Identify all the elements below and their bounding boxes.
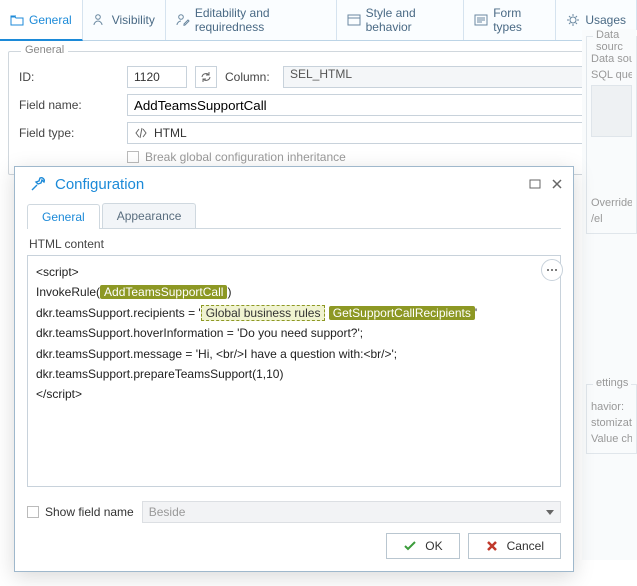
code-icon bbox=[134, 127, 148, 139]
maximize-icon bbox=[529, 178, 541, 190]
folder-icon bbox=[10, 13, 24, 27]
tab-formtypes[interactable]: Form types bbox=[464, 0, 556, 40]
column-value: SEL_HTML bbox=[283, 66, 618, 88]
sqlquery-label: SQL query: bbox=[591, 69, 632, 81]
stomization-label: stomization bbox=[591, 417, 632, 429]
id-refresh-button[interactable] bbox=[195, 66, 217, 88]
cancel-button[interactable]: Cancel bbox=[468, 533, 561, 559]
side-panel: Data sourc Data source: SQL query: Overr… bbox=[582, 30, 637, 560]
ellipsis-icon bbox=[546, 264, 558, 276]
gear-icon bbox=[566, 13, 580, 27]
id-input[interactable] bbox=[127, 66, 187, 88]
ok-label: OK bbox=[425, 539, 442, 553]
tab-style[interactable]: Style and behavior bbox=[337, 0, 465, 40]
tools-icon bbox=[29, 175, 47, 193]
refresh-icon bbox=[199, 70, 213, 84]
datasource-legend: Data sourc bbox=[593, 29, 636, 53]
cancel-icon bbox=[485, 539, 499, 553]
tab-general[interactable]: General bbox=[0, 0, 83, 41]
fieldname-input[interactable] bbox=[127, 94, 588, 116]
fieldtype-value: HTML bbox=[154, 126, 187, 140]
show-fieldname-checkbox[interactable] bbox=[27, 506, 39, 518]
dialog-tab-appearance[interactable]: Appearance bbox=[102, 203, 197, 228]
user-edit-icon bbox=[176, 13, 190, 27]
override-label: Override s bbox=[591, 197, 632, 209]
dialog-tabstrip: General Appearance bbox=[27, 203, 561, 229]
tab-visibility[interactable]: Visibility bbox=[83, 0, 166, 40]
html-content-editor[interactable]: <script> InvokeRule(AddTeamsSupportCall)… bbox=[27, 255, 561, 487]
ok-button[interactable]: OK bbox=[386, 533, 459, 559]
general-legend: General bbox=[21, 44, 68, 56]
global-rules-highlight: Global business rules bbox=[201, 305, 326, 321]
check-icon bbox=[403, 539, 417, 553]
tab-formtypes-label: Form types bbox=[493, 6, 545, 34]
beside-select: Beside bbox=[142, 501, 561, 523]
tab-editability[interactable]: Editability and requiredness bbox=[166, 0, 337, 40]
cancel-label: Cancel bbox=[507, 539, 544, 553]
valuecha-label: Value cha bbox=[591, 433, 632, 445]
dialog-tab-general[interactable]: General bbox=[27, 204, 100, 229]
sql-area bbox=[591, 85, 632, 137]
tab-general-label: General bbox=[29, 13, 72, 27]
id-label: ID: bbox=[19, 70, 119, 84]
tab-visibility-label: Visibility bbox=[112, 13, 155, 27]
show-fieldname-row[interactable]: Show field name bbox=[27, 505, 134, 519]
maximize-button[interactable] bbox=[529, 178, 541, 190]
fieldtype-label: Field type: bbox=[19, 126, 119, 140]
close-button[interactable] bbox=[551, 178, 563, 190]
dialog-title: Configuration bbox=[55, 176, 144, 193]
editor-expand-button[interactable] bbox=[541, 259, 563, 281]
tab-usages-label: Usages bbox=[585, 13, 626, 27]
tab-editability-label: Editability and requiredness bbox=[195, 6, 326, 34]
inherit-row[interactable]: Break global configuration inheritance bbox=[127, 150, 618, 164]
havior-label: havior: bbox=[591, 401, 632, 413]
general-group: General ID: Column: SEL_HTML Field name:… bbox=[8, 51, 629, 175]
fieldname-label: Field name: bbox=[19, 98, 119, 112]
main-tabstrip: General Visibility Editability and requi… bbox=[0, 0, 637, 41]
form-icon bbox=[474, 13, 488, 27]
column-label: Column: bbox=[225, 70, 275, 84]
rule-highlight: AddTeamsSupportCall bbox=[100, 285, 227, 299]
chevron-down-icon bbox=[546, 510, 554, 515]
close-icon bbox=[551, 178, 563, 190]
beside-value: Beside bbox=[149, 505, 186, 519]
datasource-label: Data source: bbox=[591, 53, 632, 65]
inherit-checkbox[interactable] bbox=[127, 151, 139, 163]
user-eye-icon bbox=[93, 13, 107, 27]
recipients-rule-highlight: GetSupportCallRecipients bbox=[329, 306, 475, 320]
configuration-dialog: Configuration General Appearance HTML co… bbox=[14, 166, 574, 572]
vel-label: /el bbox=[591, 213, 632, 225]
style-icon bbox=[347, 13, 361, 27]
tab-style-label: Style and behavior bbox=[366, 6, 454, 34]
show-fieldname-label: Show field name bbox=[45, 505, 134, 519]
dialog-header: Configuration bbox=[15, 167, 573, 197]
inherit-label: Break global configuration inheritance bbox=[145, 150, 346, 164]
html-content-label: HTML content bbox=[29, 237, 559, 251]
fieldtype-select[interactable]: HTML bbox=[127, 122, 618, 144]
settings-legend: ettings bbox=[593, 377, 631, 389]
